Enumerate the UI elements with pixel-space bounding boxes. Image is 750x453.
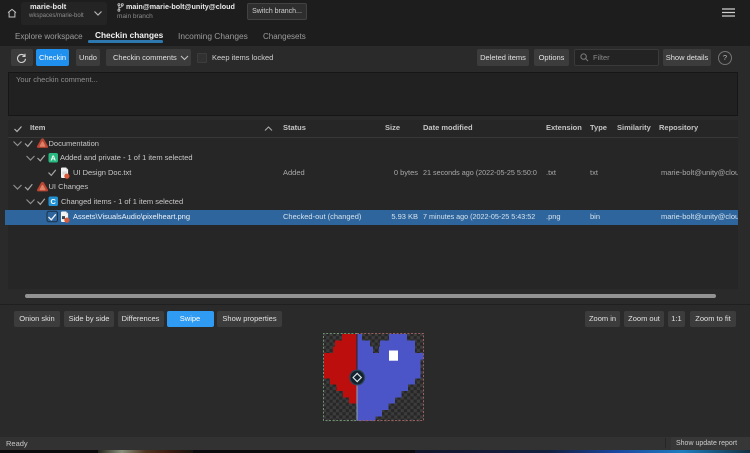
svg-text:A: A <box>51 154 57 163</box>
svg-text:C: C <box>51 197 57 206</box>
